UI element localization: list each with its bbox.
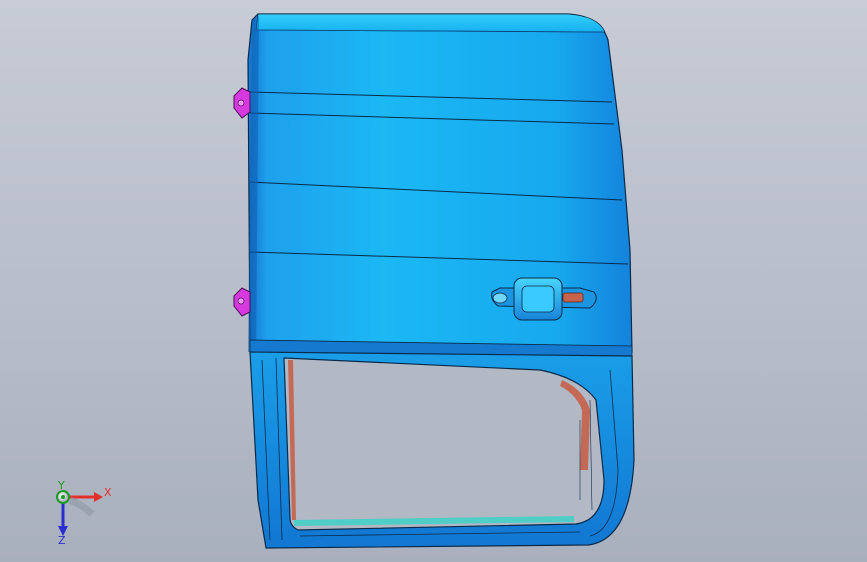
z-axis-label: Z: [58, 534, 66, 547]
y-axis-label: Y: [57, 479, 65, 492]
door-model[interactable]: X Y Z: [0, 0, 867, 562]
x-axis-head: [94, 492, 103, 502]
door-lower-frame[interactable]: [249, 351, 635, 549]
x-axis-label: X: [104, 486, 112, 499]
cad-viewport[interactable]: X Y Z: [0, 0, 867, 562]
upper-hinge[interactable]: [233, 87, 251, 119]
lower-hinge[interactable]: [233, 287, 251, 317]
coordinate-triad: X Y Z: [56, 479, 112, 547]
